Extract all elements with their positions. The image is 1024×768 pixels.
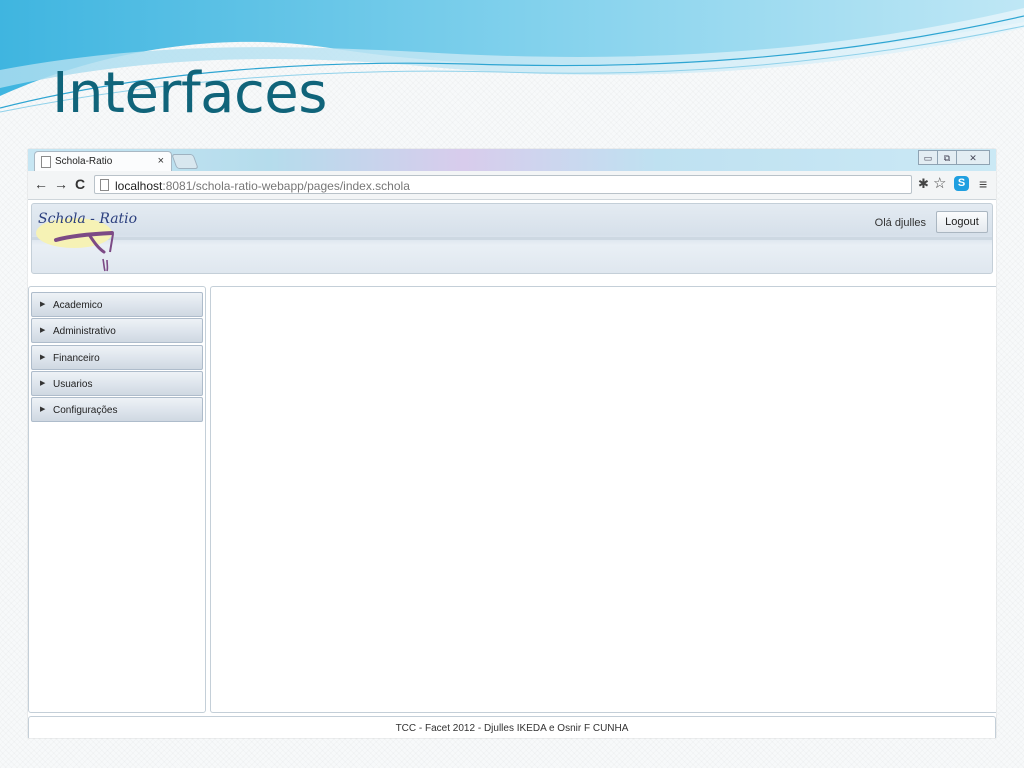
menu-item-financeiro[interactable]: ▶ Financeiro xyxy=(31,345,203,370)
forward-icon[interactable]: → xyxy=(54,176,68,192)
menu-item-configuracoes[interactable]: ▶ Configurações xyxy=(31,397,203,422)
content-panel xyxy=(210,286,996,713)
web-page: Schola - Ratio Olá djulles Logout ▶ Acad… xyxy=(28,200,996,738)
bookmark-star-icon[interactable]: ☆ xyxy=(933,174,946,192)
page-icon xyxy=(100,179,109,191)
footer-text: TCC - Facet 2012 - Djulles IKEDA e Osnir… xyxy=(395,723,629,734)
skype-icon[interactable]: S xyxy=(954,176,969,191)
menu-item-label: Administrativo xyxy=(53,326,116,337)
header-stripe xyxy=(32,237,992,240)
menu-item-label: Configurações xyxy=(53,405,118,416)
close-window-button[interactable]: ✕ xyxy=(956,150,990,165)
tab-strip: Schola-Ratio × ▭ ⧉ ✕ xyxy=(28,149,996,171)
minimize-button[interactable]: ▭ xyxy=(918,150,938,165)
address-bar[interactable]: localhost:8081/schola-ratio-webapp/pages… xyxy=(94,175,912,194)
chrome-menu-icon[interactable]: ≡ xyxy=(979,176,987,192)
new-tab-button[interactable] xyxy=(171,154,199,169)
sidebar-menu: ▶ Academico ▶ Administrativo ▶ Financeir… xyxy=(28,286,206,713)
tab-schola-ratio[interactable]: Schola-Ratio × xyxy=(34,151,172,171)
close-tab-icon[interactable]: × xyxy=(158,155,164,167)
app-logo: Schola - Ratio xyxy=(34,206,137,272)
document-icon xyxy=(41,156,51,168)
window-controls: ▭ ⧉ ✕ xyxy=(918,150,990,166)
extension-icon[interactable]: ✱ xyxy=(918,176,929,192)
menu-item-usuarios[interactable]: ▶ Usuarios xyxy=(31,371,203,396)
app-footer: TCC - Facet 2012 - Djulles IKEDA e Osnir… xyxy=(28,716,996,738)
expand-arrow-icon: ▶ xyxy=(40,380,46,387)
logo-text: Schola - Ratio xyxy=(38,211,138,227)
url-text: localhost:8081/schola-ratio-webapp/pages… xyxy=(115,179,410,193)
menu-item-label: Financeiro xyxy=(53,353,100,364)
expand-arrow-icon: ▶ xyxy=(40,327,46,334)
back-icon[interactable]: ← xyxy=(34,176,48,192)
app-header: Schola - Ratio Olá djulles Logout xyxy=(31,203,993,274)
browser-window: Schola-Ratio × ▭ ⧉ ✕ ← → C localhost:808… xyxy=(28,149,996,738)
url-path: :8081/schola-ratio-webapp/pages/index.sc… xyxy=(162,179,410,193)
url-host: localhost xyxy=(115,179,163,193)
expand-arrow-icon: ▶ xyxy=(40,354,46,361)
menu-item-label: Academico xyxy=(53,300,103,311)
browser-toolbar: ← → C localhost:8081/schola-ratio-webapp… xyxy=(28,171,996,200)
restore-button[interactable]: ⧉ xyxy=(937,150,957,165)
logout-button[interactable]: Logout xyxy=(936,211,988,233)
menu-item-academico[interactable]: ▶ Academico xyxy=(31,292,203,317)
user-greeting: Olá djulles xyxy=(874,217,926,229)
expand-arrow-icon: ▶ xyxy=(40,406,46,413)
menu-item-label: Usuarios xyxy=(53,379,93,390)
reload-icon[interactable]: C xyxy=(75,176,85,192)
menu-item-administrativo[interactable]: ▶ Administrativo xyxy=(31,318,203,343)
expand-arrow-icon: ▶ xyxy=(40,301,46,308)
tab-title: Schola-Ratio xyxy=(55,156,113,167)
slide-title: Interfaces xyxy=(52,61,327,126)
